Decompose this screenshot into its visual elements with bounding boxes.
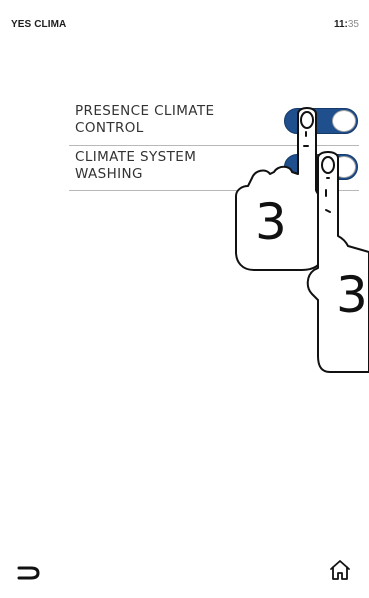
back-arrow-icon [17, 566, 40, 580]
setting-row-presence-climate-control[interactable]: PRESENCE CLIMATE CONTROL [69, 100, 359, 146]
clock-minutes: 35 [347, 19, 359, 30]
setting-label: CLIMATE SYSTEM WASHING [75, 149, 197, 182]
home-icon [330, 560, 350, 580]
settings-list: PRESENCE CLIMATE CONTROL CLIMATE SYSTEM … [69, 100, 359, 191]
finger-count-secondary: 3 [336, 266, 368, 324]
climate-system-washing-toggle[interactable] [284, 154, 358, 180]
clock-hours: 11: [333, 19, 348, 30]
home-button[interactable] [329, 559, 351, 581]
presence-climate-control-toggle[interactable] [284, 108, 358, 134]
status-bar: YES CLIMA 11:35 [0, 0, 369, 34]
clock: 11:35 [334, 19, 359, 30]
app-title: YES CLIMA [11, 19, 67, 30]
back-button[interactable] [16, 560, 40, 582]
toggle-knob [332, 156, 356, 178]
setting-label: PRESENCE CLIMATE CONTROL [75, 103, 215, 136]
setting-row-climate-system-washing[interactable]: CLIMATE SYSTEM WASHING [69, 146, 359, 191]
finger-count-primary: 3 [255, 193, 287, 251]
gesture-overlay [235, 107, 369, 373]
toggle-knob [332, 110, 356, 132]
